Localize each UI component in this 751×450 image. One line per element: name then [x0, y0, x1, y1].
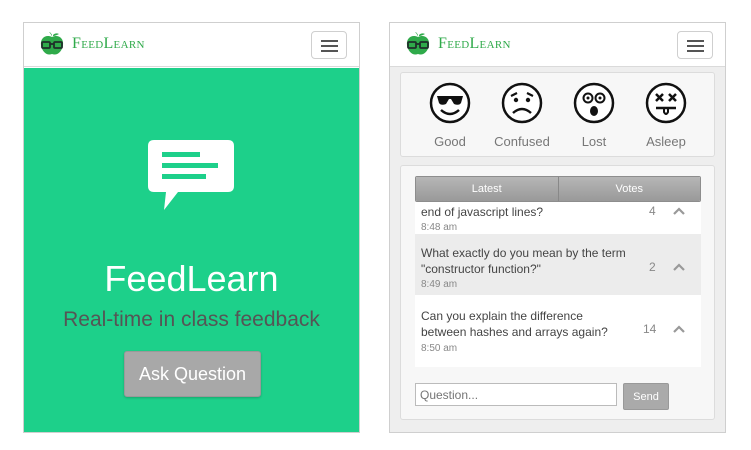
menu-button[interactable] [677, 31, 713, 59]
confused-face-icon [501, 82, 543, 124]
list-item[interactable]: Can you explain the difference between h… [415, 295, 701, 367]
mood-label: Confused [494, 134, 550, 149]
question-text: What exactly do you mean by the term "co… [421, 246, 626, 276]
navbar: FeedLearn [24, 23, 359, 67]
questions-panel: Latest Votes end of javascript lines? 8:… [400, 165, 715, 420]
mood-panel: Good Confused Lost Asleep [400, 72, 715, 157]
hero-subtitle: Real-time in class feedback [63, 308, 320, 331]
menu-line [321, 40, 338, 42]
mood-asleep[interactable]: Asleep [633, 81, 699, 149]
classroom-screen: FeedLearn Good Confused Lost Asleep Late… [389, 22, 726, 433]
brand-name: FeedLearn [72, 35, 145, 52]
menu-line [687, 50, 704, 52]
list-item[interactable]: end of javascript lines? 8:48 am 4 [415, 202, 701, 234]
dizzy-face-icon [645, 82, 687, 124]
mood-good[interactable]: Good [417, 81, 483, 149]
apple-logo-icon [406, 32, 430, 55]
vote-count: 4 [649, 204, 656, 218]
question-input[interactable] [415, 383, 617, 406]
menu-line [321, 45, 338, 47]
question-time: 8:48 am [421, 222, 458, 233]
ask-question-button[interactable]: Ask Question [124, 351, 261, 397]
brand[interactable]: FeedLearn [38, 32, 145, 56]
list-item[interactable]: What exactly do you mean by the term "co… [415, 234, 701, 295]
question-list[interactable]: end of javascript lines? 8:48 am 4 What … [415, 202, 701, 367]
sort-tabs: Latest Votes [415, 176, 701, 202]
tab-latest[interactable]: Latest [416, 177, 558, 201]
surprised-face-icon [573, 82, 615, 124]
tab-votes[interactable]: Votes [557, 177, 700, 201]
upvote-icon[interactable] [673, 263, 685, 271]
question-time: 8:49 am [421, 279, 458, 290]
mood-lost[interactable]: Lost [561, 81, 627, 149]
chat-bubble-icon [148, 140, 234, 210]
hero-section: FeedLearn Real-time in class feedback As… [24, 68, 359, 432]
apple-logo-icon [40, 32, 64, 55]
upvote-icon[interactable] [673, 325, 685, 333]
question-text: Can you explain the difference between h… [421, 309, 608, 339]
menu-line [321, 50, 338, 52]
mood-label: Good [434, 134, 466, 149]
mood-label: Asleep [646, 134, 686, 149]
vote-count: 14 [643, 322, 657, 336]
menu-line [687, 40, 704, 42]
send-button[interactable]: Send [623, 383, 669, 410]
mood-confused[interactable]: Confused [489, 81, 555, 149]
cool-face-icon [429, 82, 471, 124]
menu-line [687, 45, 704, 47]
landing-screen: FeedLearn FeedLearn Real-time in class f… [23, 22, 360, 433]
mood-label: Lost [581, 134, 607, 149]
menu-button[interactable] [311, 31, 347, 59]
question-text: end of javascript lines? [421, 205, 544, 219]
question-time: 8:50 am [421, 343, 458, 354]
vote-count: 2 [649, 260, 656, 274]
brand[interactable]: FeedLearn [404, 32, 511, 56]
brand-name: FeedLearn [438, 35, 511, 52]
upvote-icon[interactable] [673, 207, 685, 215]
navbar: FeedLearn [390, 23, 725, 67]
hero-title: FeedLearn [104, 258, 279, 299]
